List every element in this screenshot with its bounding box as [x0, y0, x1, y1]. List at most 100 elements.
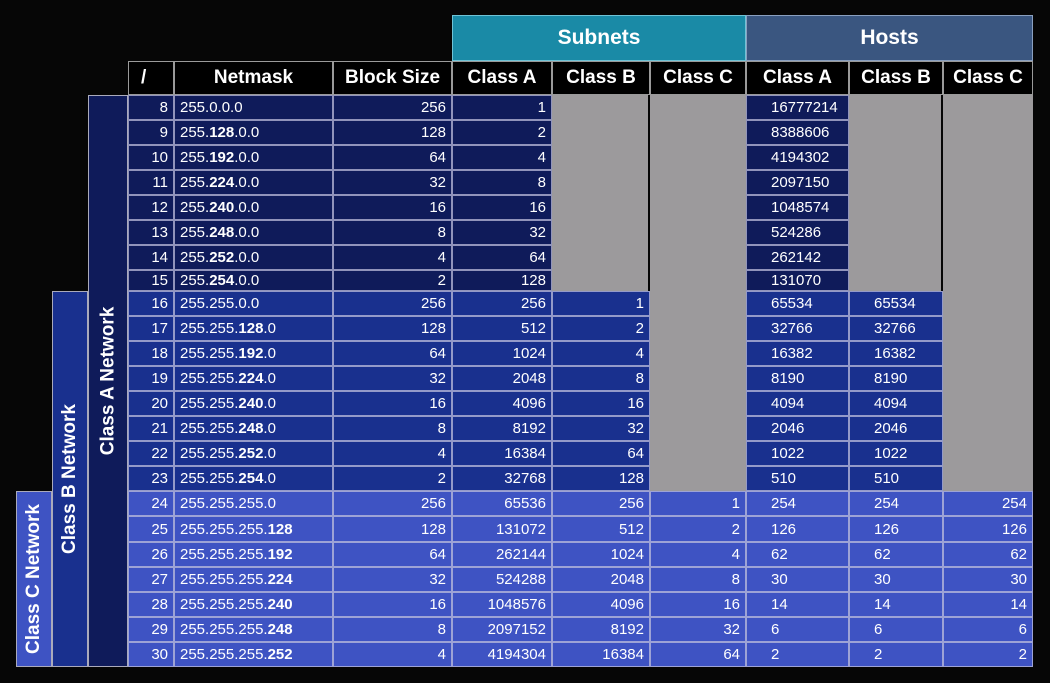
hosts-class-b-cell: 1022	[849, 441, 943, 466]
hosts-class-a-cell: 2046	[746, 416, 849, 441]
subnets-class-b-cell: 8	[552, 366, 650, 391]
prefix-cell: 23	[128, 466, 174, 491]
subnets-class-c-cell: 4	[650, 542, 746, 567]
prefix-cell: 27	[128, 567, 174, 592]
prefix-cell: 22	[128, 441, 174, 466]
block-size-cell: 256	[333, 491, 452, 516]
subnets-class-b-cell: 8192	[552, 617, 650, 642]
hosts-class-a-cell: 8388606	[746, 120, 849, 145]
netmask-cell: 255. 224.0.0	[174, 170, 333, 195]
hosts-class-a-cell: 131070	[746, 270, 849, 291]
hosts-class-a-cell: 62	[746, 542, 849, 567]
block-size-cell: 2	[333, 466, 452, 491]
prefix-cell: 18	[128, 341, 174, 366]
hosts-class-a-cell: 1022	[746, 441, 849, 466]
subnets-class-a-cell: 1024	[452, 341, 552, 366]
block-size-cell: 128	[333, 316, 452, 341]
netmask-cell: 255.255.0.0	[174, 291, 333, 316]
subnets-class-a-cell: 2048	[452, 366, 552, 391]
netmask-cell: 255.255. 128.0	[174, 316, 333, 341]
subnets-class-a-cell: 2097152	[452, 617, 552, 642]
hosts-class-c-header: Class C	[943, 61, 1033, 95]
netmask-cell: 255.255.255. 252	[174, 642, 333, 667]
netmask-cell: 255.255. 192.0	[174, 341, 333, 366]
class-c-network-label: Class C Network	[16, 491, 52, 667]
hosts-class-a-cell: 126	[746, 516, 849, 542]
subnets-class-b-cell: 4	[552, 341, 650, 366]
hosts-class-b-cell: 4094	[849, 391, 943, 416]
subnets-class-a-cell: 1048576	[452, 592, 552, 617]
subnets-class-c-na	[650, 95, 746, 491]
block-size-cell: 32	[333, 366, 452, 391]
subnets-class-c-cell: 8	[650, 567, 746, 592]
subnets-class-a-cell: 4	[452, 145, 552, 170]
block-size-cell: 256	[333, 95, 452, 120]
subnets-class-a-cell: 16384	[452, 441, 552, 466]
hosts-class-b-cell: 2	[849, 642, 943, 667]
subnets-class-b-header: Class B	[552, 61, 650, 95]
subnets-class-a-cell: 64	[452, 245, 552, 270]
block-size-cell: 4	[333, 245, 452, 270]
hosts-class-c-cell: 14	[943, 592, 1033, 617]
subnets-class-b-cell: 64	[552, 441, 650, 466]
prefix-cell: 11	[128, 170, 174, 195]
hosts-class-a-cell: 6	[746, 617, 849, 642]
subnets-class-a-cell: 32768	[452, 466, 552, 491]
subnets-class-b-cell: 1	[552, 291, 650, 316]
prefix-cell: 28	[128, 592, 174, 617]
block-size-cell: 4	[333, 642, 452, 667]
hosts-class-b-cell: 510	[849, 466, 943, 491]
subnets-class-b-cell: 16	[552, 391, 650, 416]
netmask-cell: 255.255.255.0	[174, 491, 333, 516]
hosts-class-a-cell: 2	[746, 642, 849, 667]
block-size-cell: 4	[333, 441, 452, 466]
class-b-network-label: Class B Network	[52, 291, 88, 667]
block-size-cell: 64	[333, 145, 452, 170]
hosts-class-a-cell: 510	[746, 466, 849, 491]
block-size-cell: 128	[333, 120, 452, 145]
prefix-cell: 29	[128, 617, 174, 642]
netmask-cell: 255. 248.0.0	[174, 220, 333, 245]
hosts-class-b-cell: 32766	[849, 316, 943, 341]
subnets-class-a-cell: 524288	[452, 567, 552, 592]
block-size-cell: 32	[333, 567, 452, 592]
subnets-class-c-cell: 32	[650, 617, 746, 642]
netmask-cell: 255.255.255. 192	[174, 542, 333, 567]
subnets-class-a-cell: 512	[452, 316, 552, 341]
hosts-class-b-cell: 6	[849, 617, 943, 642]
netmask-cell: 255. 192.0.0	[174, 145, 333, 170]
subnets-class-b-cell: 2048	[552, 567, 650, 592]
hosts-class-b-header: Class B	[849, 61, 943, 95]
prefix-cell: 30	[128, 642, 174, 667]
subnets-class-b-cell: 2	[552, 316, 650, 341]
block-size-cell: 16	[333, 391, 452, 416]
netmask-header: Netmask	[174, 61, 333, 95]
prefix-cell: 25	[128, 516, 174, 542]
subnets-class-b-na	[552, 95, 648, 291]
netmask-cell: 255. 252.0.0	[174, 245, 333, 270]
prefix-cell: 8	[128, 95, 174, 120]
subnets-class-b-cell: 32	[552, 416, 650, 441]
block-size-header: Block Size	[333, 61, 452, 95]
hosts-class-c-na	[943, 95, 1033, 491]
subnets-class-b-cell: 512	[552, 516, 650, 542]
subnets-class-c-header: Class C	[650, 61, 746, 95]
hosts-class-b-cell: 254	[849, 491, 943, 516]
block-size-cell: 256	[333, 291, 452, 316]
block-size-cell: 128	[333, 516, 452, 542]
hosts-class-a-cell: 254	[746, 491, 849, 516]
hosts-class-a-cell: 16777214	[746, 95, 849, 120]
prefix-cell: 12	[128, 195, 174, 220]
hosts-class-c-cell: 62	[943, 542, 1033, 567]
prefix-cell: 17	[128, 316, 174, 341]
prefix-cell: 10	[128, 145, 174, 170]
prefix-cell: 15	[128, 270, 174, 291]
netmask-cell: 255.255. 252.0	[174, 441, 333, 466]
prefix-cell: 26	[128, 542, 174, 567]
subnets-class-b-cell: 256	[552, 491, 650, 516]
subnets-class-a-cell: 4096	[452, 391, 552, 416]
hosts-class-a-cell: 4194302	[746, 145, 849, 170]
subnets-class-a-cell: 128	[452, 270, 552, 291]
hosts-class-b-cell: 14	[849, 592, 943, 617]
subnets-class-a-cell: 16	[452, 195, 552, 220]
